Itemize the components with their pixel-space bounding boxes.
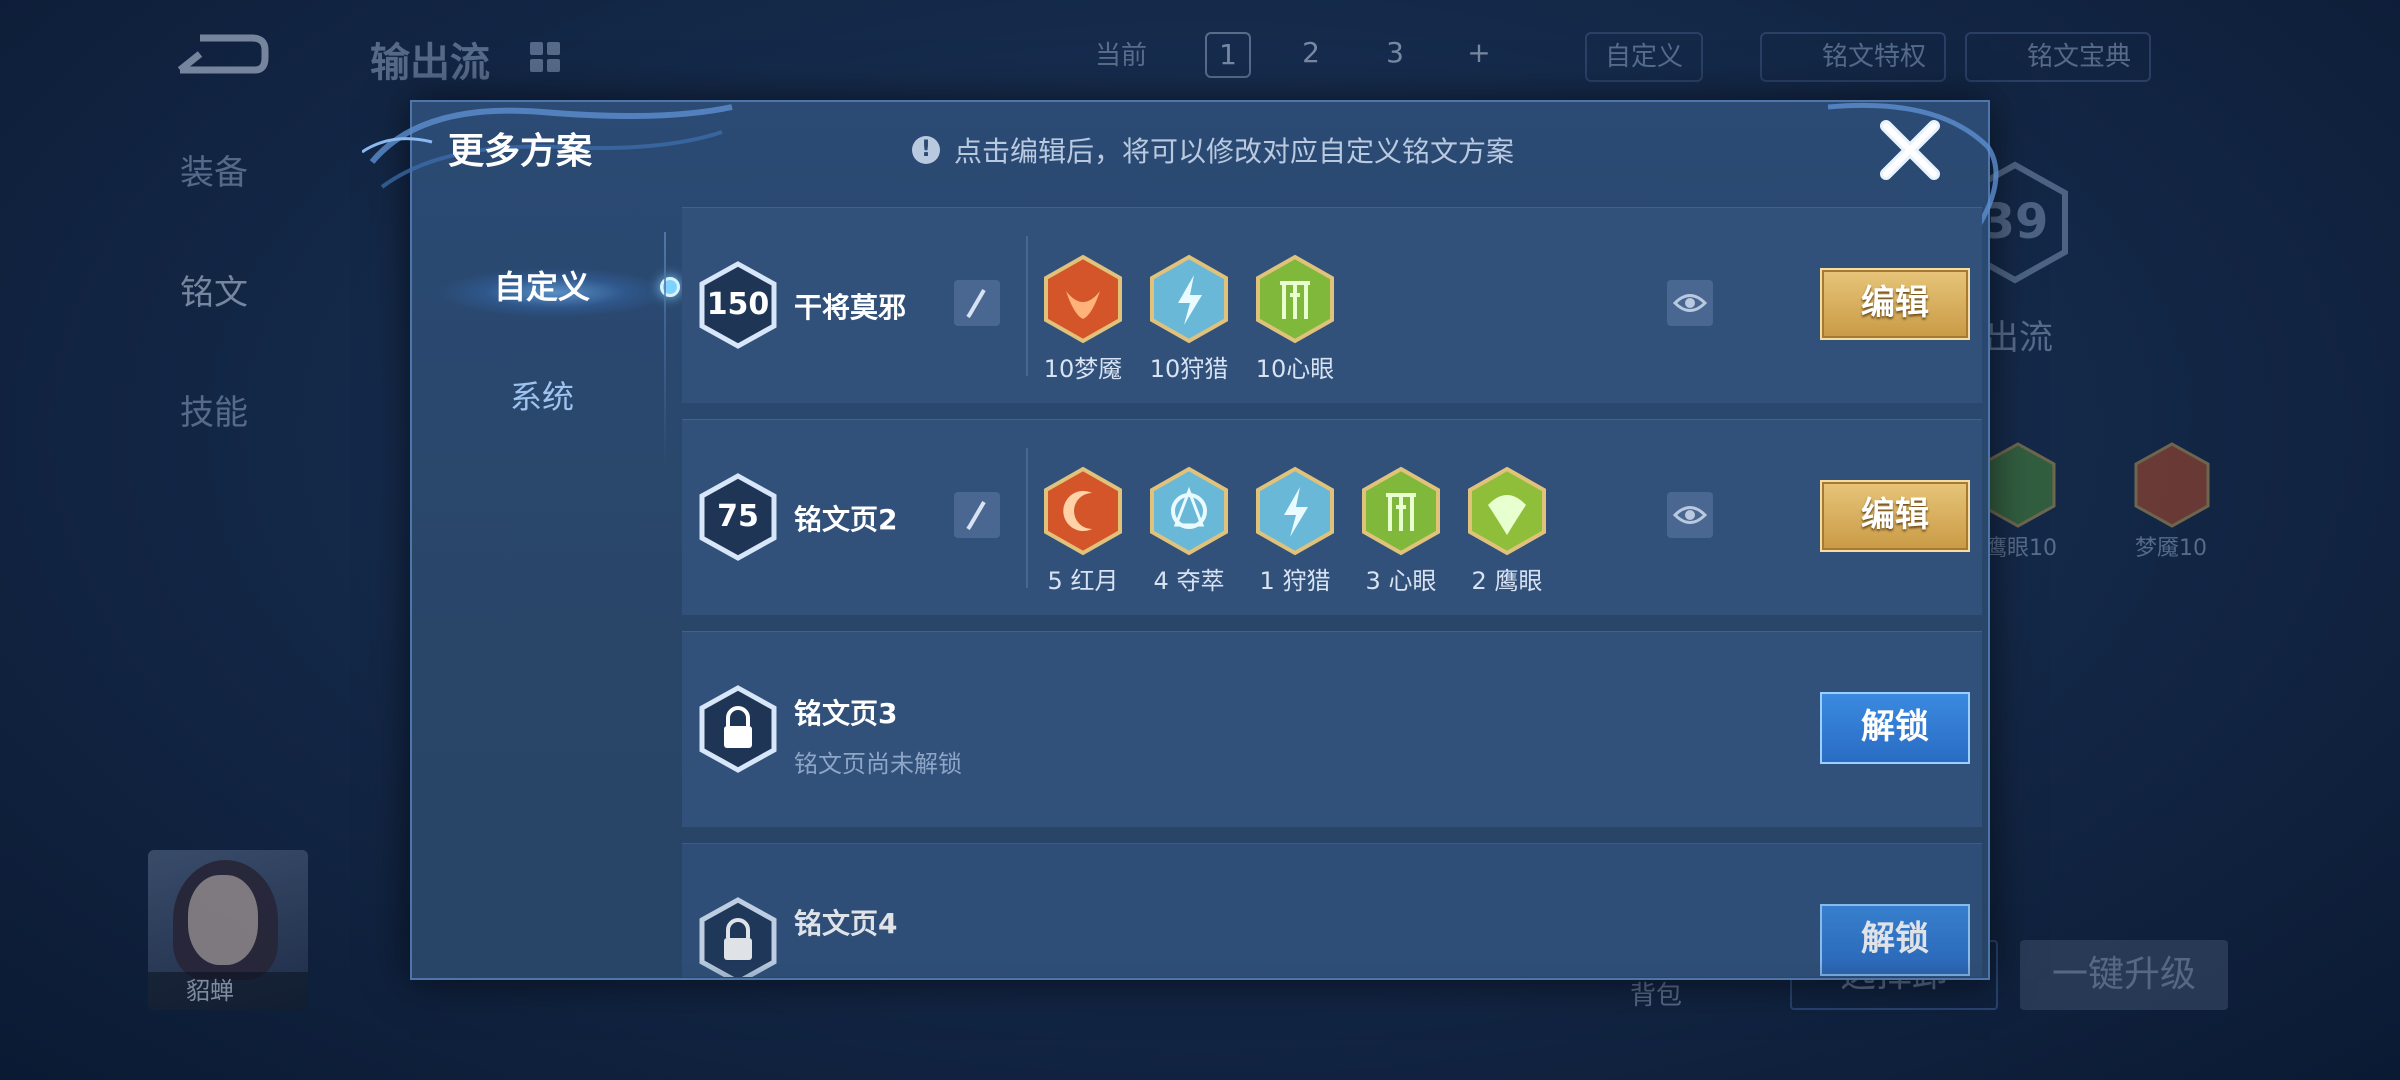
rune-item[interactable]: 10梦魇 [1042,253,1124,384]
close-icon[interactable] [1872,112,1948,188]
rune-label: 2 鹰眼 [1471,567,1543,595]
rename-button[interactable] [954,280,1000,326]
hero-name: 貂蝉 [148,972,308,1010]
locked-rune-page-card: 铭文页4 解锁 [682,843,1982,977]
locked-status-text: 铭文页尚未解锁 [794,750,962,778]
tab-custom-label: 自定义 [493,268,590,306]
small-rune-label: 梦魇10 [2135,536,2207,561]
current-label: 当前 [1095,41,1148,71]
privilege-button[interactable]: 铭文特权 [1760,32,1947,82]
rune-page-card: 150 干将莫邪 10梦魇 10狩猎 10心眼 编辑 [682,207,1982,403]
rune-item[interactable]: 3 心眼 [1360,465,1442,596]
edit-button[interactable]: 编辑 [1820,480,1970,552]
codex-button[interactable]: 铭文宝典 [1965,32,2152,82]
edit-button[interactable]: 编辑 [1820,268,1970,340]
preview-button[interactable] [1667,492,1713,538]
bag-label[interactable]: 背包 [1630,975,1682,1012]
tab-system-label: 系统 [509,378,574,416]
rune-label: 10心眼 [1255,355,1335,383]
rune-label: 3 心眼 [1365,567,1437,595]
divider [1026,236,1028,376]
page-tab-1[interactable]: 1 [1205,32,1251,78]
modal-title: 更多方案 [448,131,593,172]
active-dot-icon [660,277,680,297]
scroll-fade [682,959,1982,977]
more-plans-modal: 更多方案 ! 点击编辑后，将可以修改对应自定义铭文方案 自定义 系统 150 干… [362,100,1999,980]
page-tab-2[interactable]: 2 [1288,32,1334,78]
lock-icon [699,685,777,773]
rune-page-name: 铭文页4 [794,907,898,940]
add-page-button[interactable]: + [1456,32,1502,78]
page-tab-3[interactable]: 3 [1372,32,1418,78]
side-item-rune[interactable]: 铭文 [180,265,248,314]
eye-icon [1673,506,1707,524]
rune-item[interactable]: 10心眼 [1254,253,1336,384]
rune-item[interactable]: 5 红月 [1042,465,1124,596]
lightning-rune-icon [1256,466,1334,556]
grid-icon[interactable] [530,42,560,72]
rune-item[interactable]: 1 狩猎 [1254,465,1336,596]
hint-text-row: ! 点击编辑后，将可以修改对应自定义铭文方案 [912,130,1514,170]
eye-icon [1673,294,1707,312]
pencil-icon [966,500,986,530]
rune-label: 10狩猎 [1149,355,1229,383]
rename-button[interactable] [954,492,1000,538]
level-value: 150 [706,287,770,322]
quick-upgrade-button[interactable]: 一键升级 [2020,940,2228,1010]
lightning-rune-icon [1150,254,1228,344]
eagle-rune-icon [1468,466,1546,556]
level-badge: 75 [698,472,778,562]
rune-summary: 5 红月 4 夺萃 1 狩猎 3 心眼 2 鹰眼 [1042,465,1548,596]
plan-type-tabs: 自定义 系统 [412,232,680,452]
back-arrow-icon[interactable] [170,30,270,80]
unlock-button[interactable]: 解锁 [1820,692,1970,764]
eagle-rune-icon [1980,442,2056,528]
info-icon: ! [912,136,940,164]
hero-avatar[interactable]: 貂蝉 [148,850,308,1010]
demon-rune-icon [1044,254,1122,344]
level-value: 75 [717,499,759,534]
hint-text: 点击编辑后，将可以修改对应自定义铭文方案 [954,135,1515,168]
stream-label: 出流 [1985,318,2053,358]
custom-button[interactable]: 自定义 [1585,32,1704,82]
divider [1026,448,1028,588]
rune-page-card: 75 铭文页2 5 红月 4 夺萃 1 狩猎 3 心眼 2 鹰眼 编辑 [682,419,1982,615]
moon-rune-icon [1044,466,1122,556]
rune-page-name: 铭文页2 [794,503,898,536]
rune-page-name: 干将莫邪 [794,291,907,324]
gate-rune-icon [1256,254,1334,344]
rune-item[interactable]: 10狩猎 [1148,253,1230,384]
pencil-icon [966,288,986,318]
locked-rune-page-card: 铭文页3 铭文页尚未解锁 解锁 [682,631,1982,827]
rune-label: 5 红月 [1047,567,1119,595]
side-item-skill[interactable]: 技能 [180,385,248,434]
privilege-label: 铭文特权 [1822,42,1927,72]
rune-label: 4 夺萃 [1153,567,1225,595]
tab-custom[interactable]: 自定义 [412,232,680,342]
side-item-equipment[interactable]: 装备 [180,145,248,194]
rune-page-name: 铭文页3 [794,697,898,730]
rune-label: 1 狩猎 [1259,567,1331,595]
preview-button[interactable] [1667,280,1713,326]
small-rune-label: 鹰眼10 [1985,536,2057,561]
demon-rune-icon [2134,442,2210,528]
rune-item[interactable]: 2 鹰眼 [1466,465,1548,596]
rune-page-list[interactable]: 150 干将莫邪 10梦魇 10狩猎 10心眼 编辑 75 铭文页2 5 红月 … [682,207,1982,977]
rune-label: 10梦魇 [1043,355,1123,383]
page-title: 输出流 [370,40,490,86]
divider [664,232,666,472]
rune-item[interactable]: 4 夺萃 [1148,465,1230,596]
level-badge: 150 [698,260,778,350]
lock-badge [698,684,778,774]
codex-label: 铭文宝典 [2027,42,2132,72]
gate-rune-icon [1362,466,1440,556]
knot-rune-icon [1150,466,1228,556]
tab-system[interactable]: 系统 [412,342,672,452]
rune-summary: 10梦魇 10狩猎 10心眼 [1042,253,1336,384]
